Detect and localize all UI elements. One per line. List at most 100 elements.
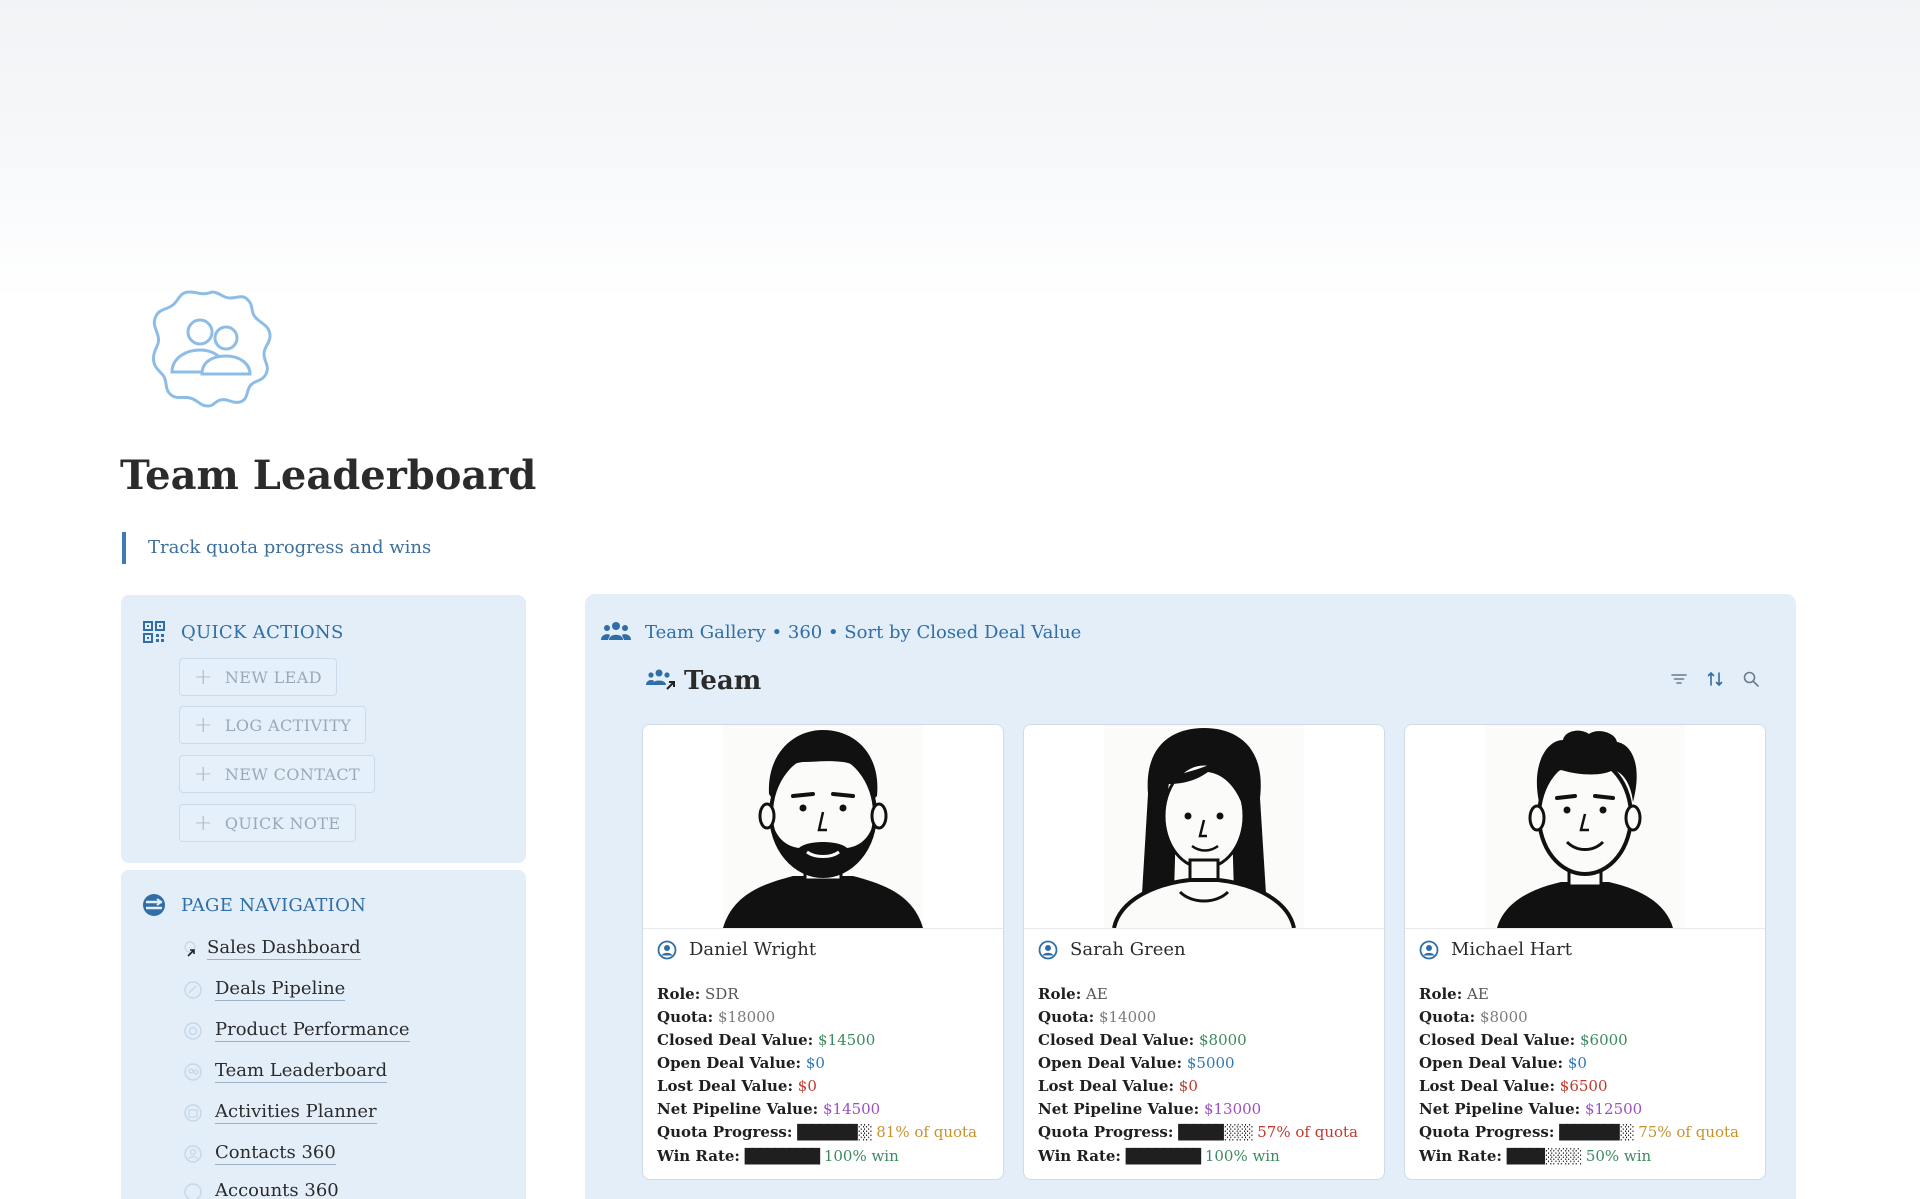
nav-item-accounts-360[interactable]: Accounts 360: [183, 1180, 339, 1199]
people-group-icon: [601, 620, 631, 644]
new-contact-button[interactable]: + NEW CONTACT: [179, 755, 376, 793]
win-bar: █████░░░░░: [1506, 1149, 1582, 1165]
team-view-title[interactable]: Team: [646, 666, 761, 696]
field-label: Win Rate:: [1419, 1147, 1502, 1165]
field-label: Lost Deal Value:: [1038, 1077, 1175, 1095]
win-value: 100% win: [1204, 1147, 1280, 1165]
quick-actions-header: QUICK ACTIONS: [141, 619, 344, 645]
win-bar: ██████████: [1125, 1149, 1201, 1165]
sort-icon[interactable]: [1706, 670, 1724, 688]
quota-row: Quota: $14000: [1038, 1006, 1376, 1029]
product-icon: [183, 1021, 203, 1041]
open-value: $5000: [1186, 1054, 1235, 1072]
win-row: Win Rate: ██████████ 100% win: [657, 1145, 995, 1169]
progress-row: Quota Progress: ████████░░ 75% of quota: [1419, 1121, 1757, 1145]
team-gallery: Team Gallery • 360 • Sort by Closed Deal…: [585, 594, 1796, 1199]
quota-value: $18000: [717, 1008, 776, 1026]
button-label: QUICK NOTE: [224, 813, 341, 833]
compass-icon: [141, 892, 167, 918]
page-navigation-title: PAGE NAVIGATION: [181, 894, 367, 916]
card-name-label: Daniel Wright: [689, 939, 817, 960]
nav-label: Sales Dashboard: [207, 937, 361, 960]
progress-row: Quota Progress: ████████░░ 81% of quota: [657, 1121, 995, 1145]
page-title: Team Leaderboard: [120, 452, 537, 499]
search-icon[interactable]: [1742, 670, 1760, 688]
team-card-michael-hart[interactable]: Michael Hart Role: AE Quota: $8000 Close…: [1404, 724, 1766, 1180]
open-row: Open Deal Value: $0: [1419, 1052, 1757, 1075]
avatar: [1405, 725, 1765, 929]
card-name: Sarah Green: [1038, 939, 1186, 960]
field-label: Role:: [657, 985, 701, 1003]
card-name: Michael Hart: [1419, 939, 1572, 960]
field-label: Win Rate:: [657, 1147, 740, 1165]
lost-row: Lost Deal Value: $0: [1038, 1075, 1376, 1098]
net-row: Net Pipeline Value: $13000: [1038, 1098, 1376, 1121]
closed-value: $8000: [1198, 1031, 1247, 1049]
nav-item-deals-pipeline[interactable]: Deals Pipeline: [183, 978, 346, 1001]
card-fields: Role: SDR Quota: $18000 Closed Deal Valu…: [657, 983, 995, 1169]
closed-row: Closed Deal Value: $8000: [1038, 1029, 1376, 1052]
page-navigation-header: PAGE NAVIGATION: [141, 892, 366, 918]
win-value: 50% win: [1585, 1147, 1652, 1165]
lost-value: $0: [1178, 1077, 1198, 1095]
avatar: [1024, 725, 1384, 929]
net-value: $12500: [1584, 1100, 1643, 1118]
progress-row: Quota Progress: ██████░░░░ 57% of quota: [1038, 1121, 1376, 1145]
filter-icon[interactable]: [1670, 670, 1688, 688]
net-value: $13000: [1203, 1100, 1262, 1118]
nav-label: Accounts 360: [215, 1180, 339, 1199]
lost-value: $6500: [1559, 1077, 1608, 1095]
net-row: Net Pipeline Value: $14500: [657, 1098, 995, 1121]
field-label: Lost Deal Value:: [657, 1077, 794, 1095]
link-arrow-icon: [183, 939, 199, 959]
team-badge-icon: [150, 288, 274, 408]
team-view-label: Team: [684, 666, 762, 696]
win-row: Win Rate: █████░░░░░ 50% win: [1419, 1145, 1757, 1169]
nav-label: Product Performance: [215, 1019, 410, 1042]
card-name-label: Michael Hart: [1451, 939, 1572, 960]
nav-item-product-performance[interactable]: Product Performance: [183, 1019, 410, 1042]
nav-item-activities-planner[interactable]: Activities Planner: [183, 1101, 377, 1124]
quota-row: Quota: $18000: [657, 1006, 995, 1029]
net-row: Net Pipeline Value: $12500: [1419, 1098, 1757, 1121]
open-value: $0: [805, 1054, 825, 1072]
calendar-icon: [183, 1103, 203, 1123]
field-label: Net Pipeline Value:: [1038, 1100, 1200, 1118]
plus-icon: +: [194, 664, 213, 690]
role-row: Role: AE: [1419, 983, 1757, 1006]
field-label: Open Deal Value:: [657, 1054, 802, 1072]
win-row: Win Rate: ██████████ 100% win: [1038, 1145, 1376, 1169]
field-label: Quota:: [657, 1008, 714, 1026]
nav-label: Contacts 360: [215, 1142, 336, 1165]
progress-value: 75% of quota: [1638, 1123, 1739, 1141]
new-lead-button[interactable]: + NEW LEAD: [179, 658, 337, 696]
open-value: $0: [1567, 1054, 1587, 1072]
open-row: Open Deal Value: $0: [657, 1052, 995, 1075]
closed-row: Closed Deal Value: $6000: [1419, 1029, 1757, 1052]
nav-item-sales-dashboard[interactable]: Sales Dashboard: [183, 937, 361, 960]
quick-actions-title: QUICK ACTIONS: [181, 621, 344, 643]
field-label: Closed Deal Value:: [1038, 1031, 1195, 1049]
button-label: LOG ACTIVITY: [224, 715, 352, 735]
field-label: Closed Deal Value:: [1419, 1031, 1576, 1049]
field-label: Open Deal Value:: [1038, 1054, 1183, 1072]
field-label: Quota:: [1419, 1008, 1476, 1026]
lost-row: Lost Deal Value: $0: [657, 1075, 995, 1098]
account-icon: [183, 1182, 203, 1199]
field-label: Net Pipeline Value:: [1419, 1100, 1581, 1118]
closed-value: $6000: [1579, 1031, 1628, 1049]
role-value: AE: [1467, 985, 1489, 1003]
field-label: Quota Progress:: [1038, 1123, 1174, 1141]
nav-item-contacts-360[interactable]: Contacts 360: [183, 1142, 336, 1165]
team-card-daniel-wright[interactable]: Daniel Wright Role: SDR Quota: $18000 Cl…: [642, 724, 1004, 1180]
log-activity-button[interactable]: + LOG ACTIVITY: [179, 706, 367, 744]
field-label: Role:: [1038, 985, 1082, 1003]
page-cover: [0, 0, 1920, 300]
contact-icon: [183, 1144, 203, 1164]
gallery-toolbar: [1670, 670, 1760, 688]
quick-note-button[interactable]: + QUICK NOTE: [179, 804, 356, 842]
nav-label: Deals Pipeline: [215, 978, 346, 1001]
nav-item-team-leaderboard[interactable]: Team Leaderboard: [183, 1060, 388, 1083]
team-card-sarah-green[interactable]: Sarah Green Role: AE Quota: $14000 Close…: [1023, 724, 1385, 1180]
pipeline-icon: [183, 980, 203, 1000]
